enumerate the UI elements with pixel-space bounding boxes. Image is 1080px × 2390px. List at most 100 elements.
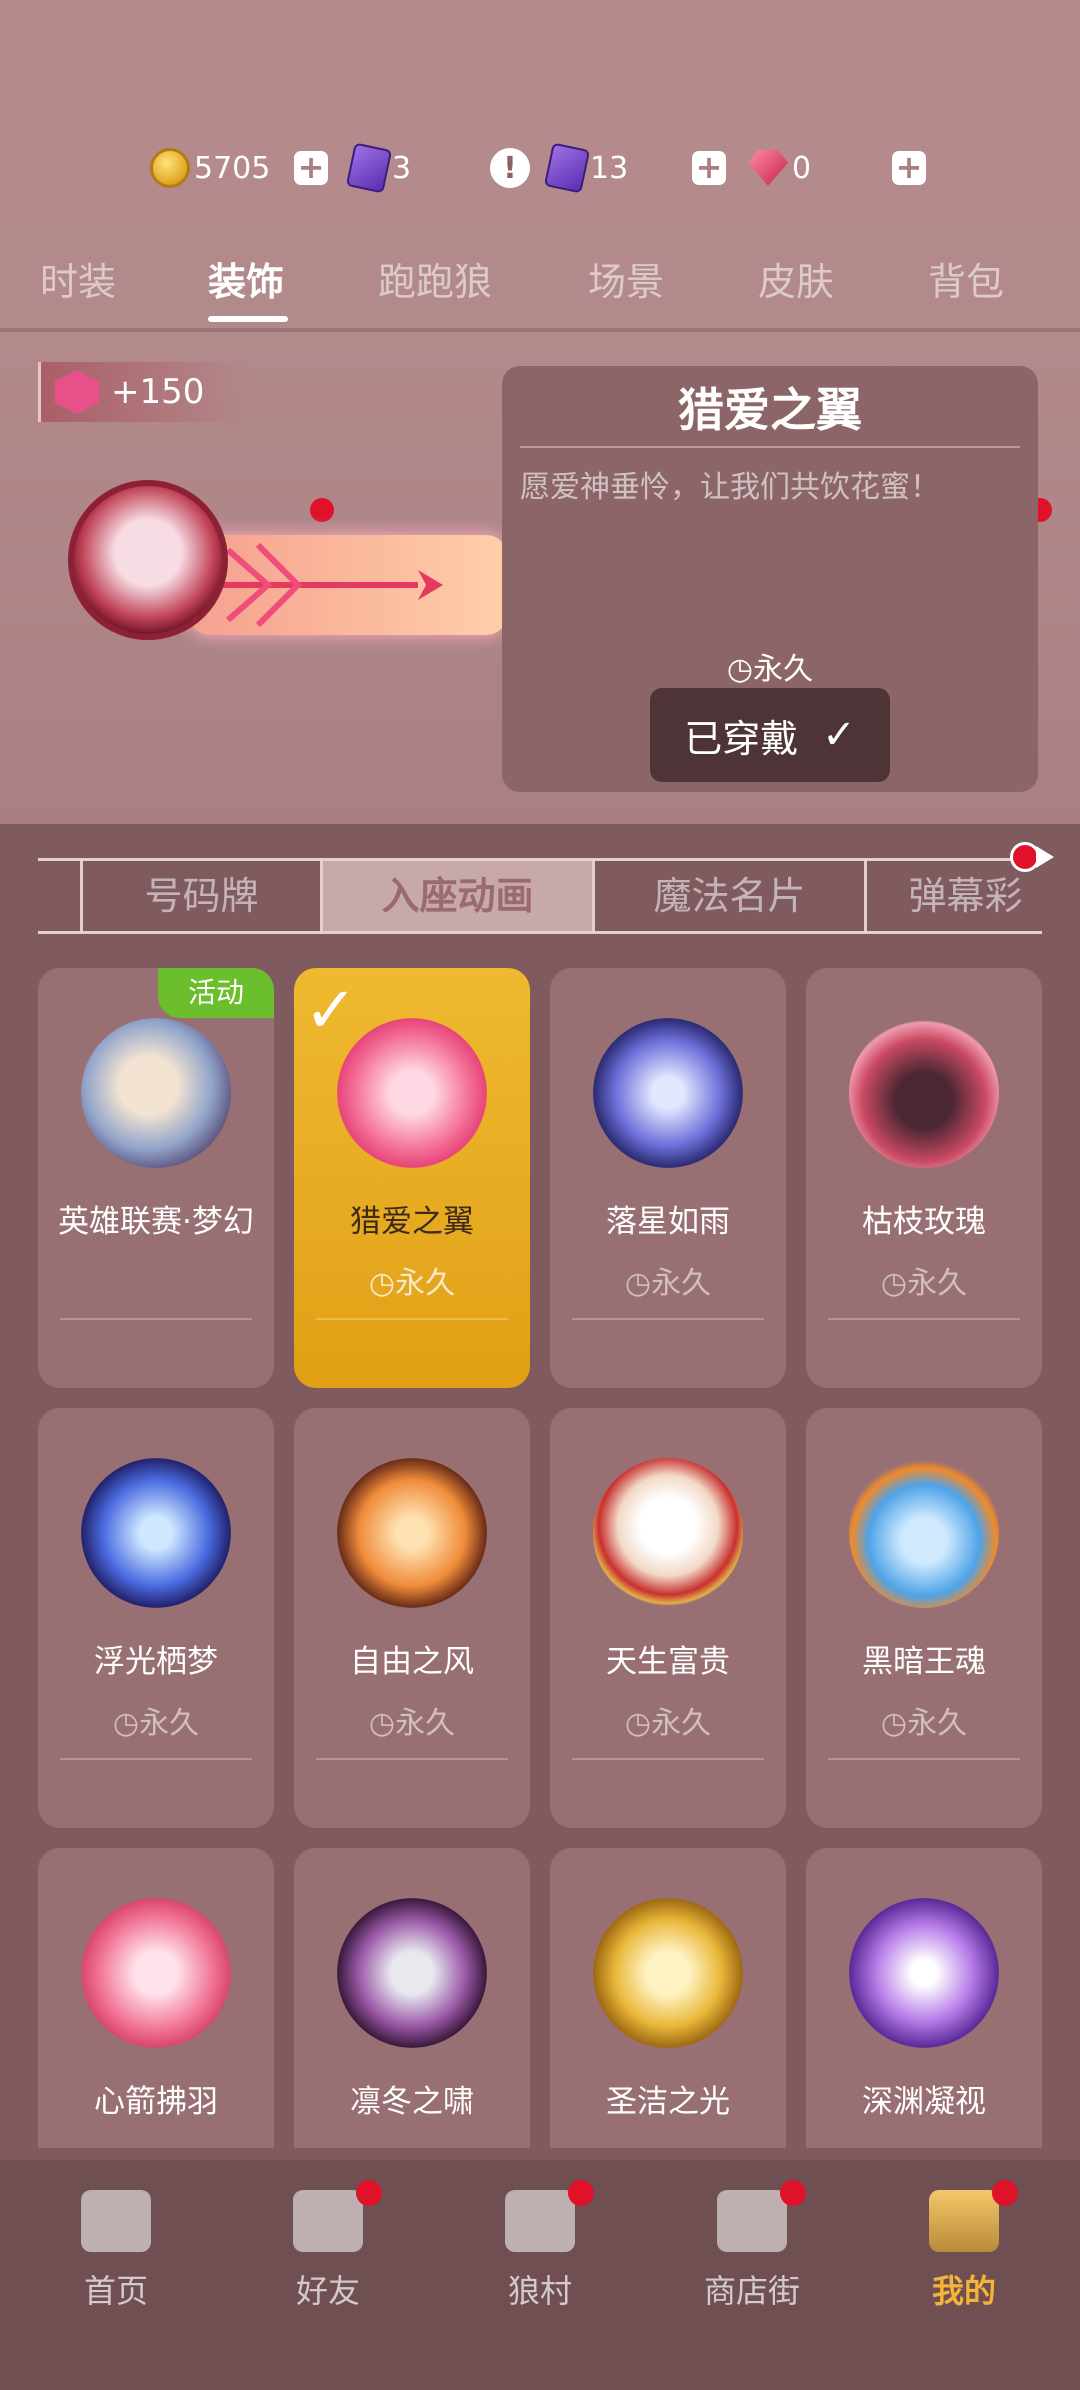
nav-label: 好友	[295, 2272, 360, 2310]
item-duration: ◷永久	[112, 1706, 200, 1741]
alert-button[interactable]: !	[490, 140, 530, 196]
coin-balance: 5705	[150, 140, 270, 196]
card-count: 13	[590, 150, 629, 186]
equipped-button[interactable]: 已穿戴 ✓	[650, 688, 890, 782]
item-name: 英雄联赛·梦幻	[58, 1204, 254, 1240]
charm-value: +150	[111, 372, 205, 412]
item-card-born-rich[interactable]: 天生富贵 ◷永久	[550, 1408, 786, 1828]
item-card-abyss-gaze[interactable]: 深渊凝视	[806, 1848, 1042, 2148]
info-divider	[520, 446, 1020, 448]
item-card-withered-rose[interactable]: 枯枝玫瑰 ◷永久	[806, 968, 1042, 1388]
item-card-holy-light[interactable]: 圣洁之光	[550, 1848, 786, 2148]
card-divider	[828, 1758, 1020, 1760]
add-card[interactable]: +	[692, 140, 726, 196]
arrow-heart-icon	[208, 542, 443, 628]
card-divider	[60, 1318, 252, 1320]
item-name: 天生富贵	[606, 1644, 730, 1680]
item-card-wind-of-freedom[interactable]: 自由之风 ◷永久	[294, 1408, 530, 1828]
clock-icon: ◷	[624, 1266, 652, 1301]
category-tabs: 时装 装饰 跑跑狼 场景 皮肤 背包	[0, 252, 1080, 522]
item-name: 浮光栖梦	[94, 1644, 218, 1680]
add-coin[interactable]: +	[294, 140, 328, 196]
star-card-icon	[543, 142, 591, 194]
equipped-label: 已穿戴	[684, 716, 799, 761]
plus-icon[interactable]: +	[692, 151, 726, 185]
coin-count: 5705	[194, 150, 271, 186]
purple-eye-icon	[849, 1898, 999, 2048]
nav-home[interactable]: 首页	[26, 2190, 206, 2312]
currency-bar: 5705 + 3 ! 13 + 0 +	[0, 140, 1080, 196]
item-title: 猎爱之翼	[678, 383, 862, 437]
subtab-number-plate[interactable]: 号码牌	[80, 861, 320, 931]
card-divider	[60, 1758, 252, 1760]
nav-label: 首页	[83, 2272, 148, 2310]
gem-count: 0	[792, 150, 812, 186]
item-name: 圣洁之光	[606, 2084, 730, 2120]
clock-icon: ◷	[368, 1266, 396, 1301]
ticket-count: 3	[392, 150, 412, 186]
tabs-divider	[0, 328, 1080, 332]
clock-icon: ◷	[726, 652, 754, 687]
tab-runrun-wolf[interactable]: 跑跑狼	[378, 252, 492, 328]
card-divider	[316, 1758, 508, 1760]
tab-scene[interactable]: 场景	[588, 252, 664, 328]
tab-fashion[interactable]: 时装	[40, 252, 116, 328]
item-card-floating-dream[interactable]: 浮光栖梦 ◷永久	[38, 1408, 274, 1828]
claw-crest-icon	[337, 1898, 487, 2048]
subcategory-tabs: 号码牌 入座动画 魔法名片 弹幕彩	[38, 858, 1042, 934]
subtab-seat-animation[interactable]: 入座动画	[320, 861, 592, 931]
selected-check-icon: ✓	[304, 974, 358, 1048]
top-panel: 5705 + 3 ! 13 + 0 + 时装 装饰 跑跑狼 场景 皮肤 背包 +…	[0, 0, 1080, 824]
clock-icon: ◷	[880, 1706, 908, 1741]
card-divider	[572, 1758, 764, 1760]
notification-dot	[992, 2180, 1018, 2206]
cupid-wing-bar	[188, 535, 508, 635]
home-icon	[81, 2190, 151, 2252]
charm-icon	[55, 370, 99, 414]
plus-icon[interactable]: +	[294, 151, 328, 185]
tab-skin[interactable]: 皮肤	[758, 252, 834, 328]
nav-profile[interactable]: 我的	[874, 2180, 1054, 2312]
nav-shop-street[interactable]: 商店街	[662, 2180, 842, 2312]
starry-bird-icon	[593, 1018, 743, 1168]
nav-label: 狼村	[507, 2272, 572, 2310]
heart-arrow-icon	[81, 1898, 231, 2048]
butterfly-moon-icon	[81, 1458, 231, 1608]
item-card-cupid-wings[interactable]: ✓ 猎爱之翼 ◷永久	[294, 968, 530, 1388]
tab-decoration[interactable]: 装饰	[208, 252, 288, 328]
item-card-hero-league[interactable]: 活动 英雄联赛·梦幻	[38, 968, 274, 1388]
item-card-falling-stars[interactable]: 落星如雨 ◷永久	[550, 968, 786, 1388]
item-duration: ◷永久	[880, 1266, 968, 1301]
item-duration: ◷永久	[624, 1706, 712, 1741]
card-balance: 13	[543, 140, 629, 196]
heart-rose-birds-icon	[849, 1018, 999, 1168]
event-tag: 活动	[158, 968, 274, 1018]
tab-backpack[interactable]: 背包	[928, 252, 1004, 328]
preview-animation	[68, 480, 508, 680]
profile-icon	[929, 2190, 999, 2252]
plus-icon[interactable]: +	[892, 151, 926, 185]
arrow-heart-icon	[337, 1018, 487, 1168]
item-card-dark-king-soul[interactable]: 黑暗王魂 ◷永久	[806, 1408, 1042, 1828]
nav-label: 我的	[931, 2272, 996, 2310]
item-description: 愿爱神垂怜，让我们共饮花蜜！	[520, 470, 940, 505]
gem-icon	[748, 150, 788, 186]
item-duration: ◷永久	[368, 1266, 456, 1301]
add-gem[interactable]: +	[892, 140, 926, 196]
item-duration: ◷永久	[726, 652, 814, 687]
card-divider	[316, 1318, 508, 1320]
subtab-magic-card[interactable]: 魔法名片	[592, 861, 864, 931]
item-info-card: 猎爱之翼 愿爱神垂怜，让我们共饮花蜜！ ◷永久 已穿戴 ✓	[502, 366, 1038, 792]
clock-icon: ◷	[880, 1266, 908, 1301]
nav-wolf-village[interactable]: 狼村	[450, 2180, 630, 2312]
charm-badge: +150	[38, 362, 248, 422]
item-name: 深渊凝视	[862, 2084, 986, 2120]
exclamation-icon[interactable]: !	[490, 148, 530, 188]
notification-dot	[568, 2180, 594, 2206]
ticket-balance: 3	[345, 140, 412, 196]
item-card-winter-howl[interactable]: 凛冬之啸	[294, 1848, 530, 2148]
nav-friends[interactable]: 好友	[238, 2180, 418, 2312]
active-tab-underline	[208, 316, 288, 322]
item-card-heart-arrow-feather[interactable]: 心箭拂羽	[38, 1848, 274, 2148]
lucky-cat-fan-icon	[593, 1458, 743, 1608]
